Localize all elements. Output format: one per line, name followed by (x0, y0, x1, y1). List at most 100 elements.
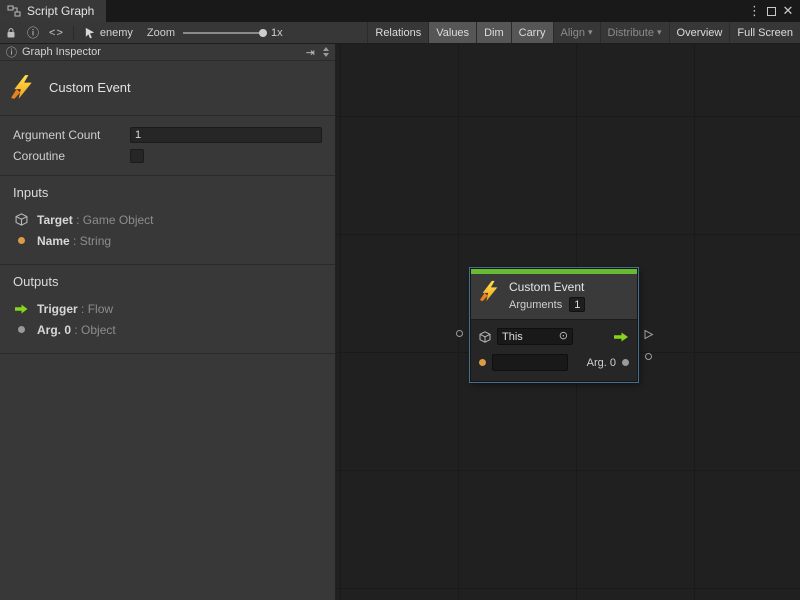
arg0-label: Arg. 0 (587, 357, 616, 369)
edit-script-button[interactable]: <> (44, 22, 69, 43)
title-bar: Script Graph ⋮ ✕ (0, 0, 800, 22)
inputs-title: Inputs (13, 185, 322, 200)
carry-label: Carry (519, 27, 546, 39)
target-dropdown[interactable]: This ⊙ (497, 328, 573, 345)
code-icon: <> (49, 27, 64, 39)
info-icon: ⓘ (6, 44, 17, 60)
coroutine-label: Coroutine (13, 149, 130, 163)
overview-button[interactable]: Overview (669, 22, 730, 43)
inspector-header: ⓘ Graph Inspector ⇥ (0, 44, 335, 61)
arg-port-row: Arg. 0 (479, 352, 629, 373)
toolbar-buttons: Relations Values Dim Carry Align ▾ Distr… (367, 22, 800, 43)
node-header[interactable]: Custom Event Arguments 1 (471, 274, 637, 320)
arguments-label: Arguments (509, 299, 562, 311)
align-dropdown[interactable]: Align ▾ (553, 22, 600, 43)
relations-button[interactable]: Relations (367, 22, 428, 43)
target-port-row: This ⊙ (479, 326, 629, 347)
port-name: Target (37, 213, 73, 227)
align-label: Align (561, 27, 585, 39)
trigger-flow-icon[interactable] (613, 332, 629, 342)
target-input-port[interactable] (456, 330, 463, 337)
port-type: : Object (74, 323, 115, 337)
list-item: Name : String (13, 230, 322, 251)
close-icon[interactable]: ✕ (782, 0, 794, 22)
chevron-down-icon: ▾ (657, 27, 662, 38)
arg0-port-icon[interactable] (622, 359, 629, 366)
custom-event-icon (479, 280, 501, 302)
distribute-dropdown[interactable]: Distribute ▾ (600, 22, 669, 43)
lock-button[interactable] (0, 22, 22, 43)
fullscreen-label: Full Screen (737, 27, 793, 39)
tab-script-graph[interactable]: Script Graph (0, 0, 106, 22)
value-port-icon (13, 237, 29, 244)
zoom-label: Zoom (147, 27, 175, 39)
menu-kebab-icon[interactable]: ⋮ (748, 0, 761, 22)
custom-event-node[interactable]: Custom Event Arguments 1 This ⊙ (470, 268, 638, 382)
toolbar-separator (73, 26, 74, 40)
zoom-slider[interactable] (183, 32, 263, 34)
trigger-output-port[interactable] (643, 327, 654, 345)
arguments-count-field[interactable]: 1 (569, 297, 585, 312)
inspector-toggle-button[interactable]: ⓘ (22, 22, 44, 43)
list-item: Trigger : Flow (13, 298, 322, 319)
port-name: Arg. 0 (37, 323, 71, 337)
dim-button[interactable]: Dim (476, 22, 511, 43)
relations-label: Relations (375, 27, 421, 39)
node-title: Custom Event (509, 280, 585, 294)
event-title: Custom Event (49, 80, 131, 95)
cube-icon (13, 213, 29, 226)
object-port-icon (13, 326, 29, 333)
lock-icon (5, 27, 17, 39)
event-header: Custom Event (0, 61, 335, 116)
overview-label: Overview (677, 27, 723, 39)
list-item: Target : Game Object (13, 209, 322, 230)
arg0-output-port[interactable] (645, 353, 652, 360)
port-type: : String (73, 234, 111, 248)
chevron-down-icon: ▾ (588, 27, 593, 38)
zoom-value: 1x (271, 27, 283, 39)
port-type: : Flow (81, 302, 113, 316)
graph-owner-label: enemy (100, 27, 133, 39)
custom-event-icon (10, 74, 36, 100)
maximize-icon[interactable] (767, 7, 776, 16)
graph-owner[interactable]: enemy (84, 27, 133, 39)
outputs-title: Outputs (13, 274, 322, 289)
tab-title: Script Graph (27, 4, 94, 18)
zoom-slider-handle[interactable] (259, 29, 267, 37)
argument-count-label: Argument Count (13, 128, 130, 142)
port-name: Name (37, 234, 70, 248)
argument-count-input[interactable] (130, 127, 322, 143)
cube-icon (479, 331, 491, 343)
window-controls: ⋮ ✕ (748, 0, 800, 22)
node-body: This ⊙ Arg. 0 (471, 320, 637, 381)
flow-arrow-icon (13, 304, 29, 314)
distribute-label: Distribute (608, 27, 654, 39)
port-name: Trigger (37, 302, 78, 316)
carry-button[interactable]: Carry (511, 22, 553, 43)
event-name-input[interactable] (492, 354, 568, 371)
graph-toolbar: ⓘ <> enemy Zoom 1x Relations Values Dim … (0, 22, 800, 44)
info-icon: ⓘ (27, 24, 39, 41)
pointer-icon (84, 27, 96, 39)
argument-count-row: Argument Count (0, 124, 335, 145)
inspector-stepper[interactable] (320, 47, 332, 57)
graph-canvas[interactable]: Custom Event Arguments 1 This ⊙ (336, 44, 800, 600)
coroutine-row: Coroutine (0, 145, 335, 166)
list-item: Arg. 0 : Object (13, 319, 322, 340)
coroutine-checkbox[interactable] (130, 149, 144, 163)
name-port-icon[interactable] (479, 359, 486, 366)
fullscreen-button[interactable]: Full Screen (729, 22, 800, 43)
inspector-title: Graph Inspector (22, 46, 101, 58)
values-button[interactable]: Values (428, 22, 476, 43)
values-label: Values (436, 27, 469, 39)
script-graph-icon (7, 5, 21, 17)
outputs-section: Outputs Trigger : Flow Arg. 0 : Object (0, 265, 335, 354)
inputs-section: Inputs Target : Game Object Name : Strin… (0, 176, 335, 265)
dock-icon[interactable]: ⇥ (306, 46, 315, 59)
graph-inspector-panel: ⓘ Graph Inspector ⇥ Custom Event Argumen… (0, 44, 336, 600)
crosshair-icon: ⊙ (559, 331, 568, 342)
dim-label: Dim (484, 27, 504, 39)
port-type: : Game Object (76, 213, 153, 227)
event-fields: Argument Count Coroutine (0, 116, 335, 176)
target-value: This (502, 331, 523, 343)
